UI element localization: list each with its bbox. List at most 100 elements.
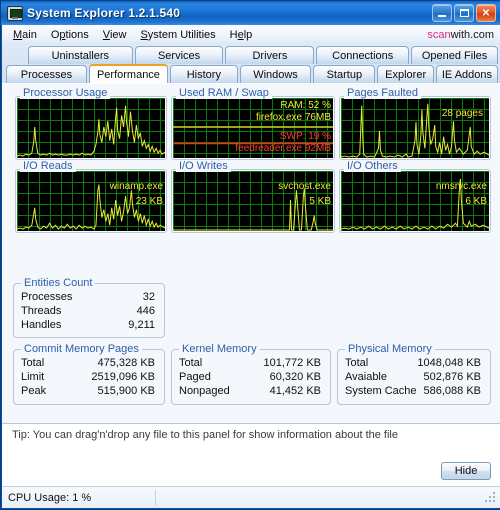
- tab-row-top: Uninstallers Services Drivers Connection…: [2, 46, 500, 65]
- tab-windows[interactable]: Windows: [239, 65, 312, 83]
- entities-handles-label: Handles: [21, 319, 62, 331]
- tip-text: Tip: You can drag'n'drop any file to thi…: [12, 429, 398, 441]
- entities-count-caption: Entities Count: [21, 277, 96, 289]
- table-row: Threads 446: [21, 304, 155, 318]
- kernel-paged-label: Paged: [179, 371, 211, 383]
- tab-history[interactable]: History: [169, 65, 238, 83]
- tab-explorer[interactable]: Explorer: [377, 65, 434, 83]
- graph-canvas-processor-usage: [17, 98, 165, 158]
- entities-count-group: Entities Count Processes 32 Threads 446 …: [13, 277, 165, 338]
- menu-bar: MMainain Options View System Utilities H…: [2, 25, 500, 45]
- menu-view[interactable]: View: [96, 27, 134, 43]
- table-row: Handles 9,211: [21, 318, 155, 332]
- commit-peak-label: Peak: [21, 385, 47, 397]
- table-row: Total 101,772 KB: [179, 356, 321, 370]
- graph-label-io-reads-value: 23 KB: [135, 196, 163, 207]
- close-button[interactable]: ✕: [476, 4, 496, 22]
- status-separator: [155, 489, 157, 506]
- entities-threads-label: Threads: [21, 305, 62, 317]
- physical-system-cache-label: System Cache: [345, 385, 417, 397]
- status-cpu-usage: CPU Usage: 1 %: [8, 491, 92, 504]
- entities-threads-value: 446: [136, 305, 155, 317]
- status-bar: CPU Usage: 1 %: [2, 486, 500, 508]
- graph-label-ram-top-process: firefox.exe 76MB: [255, 112, 331, 123]
- table-row: Processes 32: [21, 290, 155, 304]
- graph-io-others[interactable]: nmsrvc.exe 6 KB: [339, 169, 491, 233]
- computer-monitor-icon: [7, 5, 23, 21]
- graph-pages-faulted[interactable]: 28 pages: [339, 96, 491, 160]
- minimize-button[interactable]: [432, 4, 452, 22]
- graph-canvas-io-writes: svchost.exe 5 KB: [173, 171, 333, 231]
- table-row: Nonpaged 41,452 KB: [179, 384, 321, 398]
- graph-canvas-io-others: nmsrvc.exe 6 KB: [341, 171, 489, 231]
- maximize-icon: [459, 9, 469, 17]
- physical-total-label: Total: [345, 357, 369, 369]
- kernel-total-label: Total: [179, 357, 203, 369]
- graph-label-io-others-value: 6 KB: [465, 196, 487, 207]
- graph-label-io-writes-value: 5 KB: [309, 196, 331, 207]
- tab-startup[interactable]: Startup: [313, 65, 376, 83]
- kernel-nonpaged-value: 41,452 KB: [269, 385, 321, 397]
- physical-memory-caption: Physical Memory: [345, 343, 435, 355]
- tip-panel: Tip: You can drag'n'drop any file to thi…: [2, 423, 500, 486]
- graph-canvas-used-ram-swap: RAM: 52 % firefox.exe 76MB SWP: 19 % fee…: [173, 98, 333, 158]
- table-row: Avaiable 502,876 KB: [345, 370, 481, 384]
- table-row: System Cache 586,088 KB: [345, 384, 481, 398]
- menu-system-utilities[interactable]: System Utilities: [133, 27, 222, 43]
- tab-drivers[interactable]: Drivers: [225, 46, 315, 64]
- graph-caption-used-ram-swap: Used RAM / Swap: [176, 87, 272, 99]
- commit-peak-value: 515,900 KB: [97, 385, 156, 397]
- kernel-memory-group: Kernel Memory Total 101,772 KB Paged 60,…: [171, 343, 331, 405]
- commit-total-value: 475,328 KB: [97, 357, 156, 369]
- tab-services[interactable]: Services: [134, 46, 224, 64]
- graph-label-pages-faulted: 28 pages: [441, 108, 483, 119]
- table-row: Total 1048,048 KB: [345, 356, 481, 370]
- brand-label[interactable]: scanwith.com: [427, 29, 500, 41]
- entities-processes-value: 32: [142, 291, 155, 303]
- close-icon: ✕: [481, 7, 491, 19]
- kernel-nonpaged-label: Nonpaged: [179, 385, 230, 397]
- entities-processes-label: Processes: [21, 291, 73, 303]
- commit-limit-value: 2519,096 KB: [91, 371, 155, 383]
- graph-caption-io-others: I/O Others: [344, 160, 401, 172]
- tab-performance[interactable]: Performance: [88, 64, 168, 83]
- hide-button[interactable]: Hide: [441, 462, 491, 480]
- graph-io-reads[interactable]: winamp.exe 23 KB: [15, 169, 167, 233]
- window-controls: ✕: [432, 4, 498, 22]
- tab-uninstallers[interactable]: Uninstallers: [28, 46, 133, 64]
- graph-canvas-io-reads: winamp.exe 23 KB: [17, 171, 165, 231]
- graph-caption-io-reads: I/O Reads: [20, 160, 76, 172]
- resize-grip-icon[interactable]: [485, 491, 497, 504]
- tab-opened-files[interactable]: Opened Files: [411, 46, 498, 64]
- graph-used-ram-swap[interactable]: RAM: 52 % firefox.exe 76MB SWP: 19 % fee…: [171, 96, 335, 160]
- graph-label-ram-percent: RAM: 52 %: [280, 100, 331, 111]
- graph-canvas-pages-faulted: 28 pages: [341, 98, 489, 158]
- graph-label-io-others-process: nmsrvc.exe: [435, 181, 487, 192]
- graph-io-writes[interactable]: svchost.exe 5 KB: [171, 169, 335, 233]
- entities-handles-value: 9,211: [128, 319, 155, 331]
- menu-main[interactable]: MMainain: [6, 27, 44, 43]
- menu-help[interactable]: Help: [223, 27, 260, 43]
- brand-dark: with.com: [450, 29, 494, 41]
- commit-limit-label: Limit: [21, 371, 45, 383]
- tab-connections[interactable]: Connections: [316, 46, 410, 64]
- minimize-icon: [438, 15, 446, 17]
- commit-total-label: Total: [21, 357, 45, 369]
- graph-processor-usage[interactable]: [15, 96, 167, 160]
- commit-memory-caption: Commit Memory Pages: [21, 343, 142, 355]
- graph-label-swap-percent: SWP: 19 %: [279, 131, 331, 142]
- physical-system-cache-value: 586,088 KB: [423, 385, 482, 397]
- graph-caption-io-writes: I/O Writes: [176, 160, 231, 172]
- tab-ie-addons[interactable]: IE Addons: [435, 65, 498, 83]
- table-row: Peak 515,900 KB: [21, 384, 155, 398]
- table-row: Paged 60,320 KB: [179, 370, 321, 384]
- menu-options[interactable]: Options: [44, 27, 96, 43]
- physical-total-value: 1048,048 KB: [417, 357, 481, 369]
- tab-processes[interactable]: Processes: [6, 65, 87, 83]
- maximize-button[interactable]: [454, 4, 474, 22]
- tab-row-bottom: Processes Performance History Windows St…: [2, 64, 500, 84]
- graph-caption-pages-faulted: Pages Faulted: [344, 87, 421, 99]
- window-title: System Explorer 1.2.1.540: [27, 6, 181, 20]
- brand-pink: scan: [427, 29, 451, 41]
- graph-label-io-reads-process: winamp.exe: [109, 181, 163, 192]
